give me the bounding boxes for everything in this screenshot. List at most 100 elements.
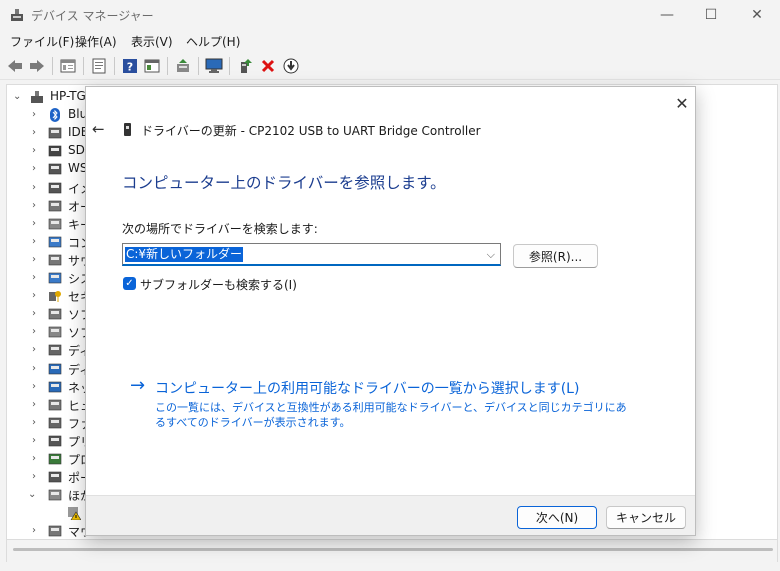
toolbar-separator	[83, 57, 84, 75]
wsd-printer-icon	[48, 162, 62, 176]
firmware-icon	[48, 416, 62, 430]
bluetooth-icon	[48, 108, 62, 123]
menu-file[interactable]: ファイル(F)	[10, 33, 74, 50]
audio-icon	[48, 199, 62, 213]
view-icon[interactable]	[142, 56, 162, 76]
warning-device-icon	[67, 506, 82, 521]
chevron-down-icon[interactable]: ⌄	[13, 92, 23, 102]
properties-icon[interactable]	[58, 56, 78, 76]
search-location-label: 次の場所でドライバーを検索します:	[122, 222, 318, 236]
chevron-right-icon[interactable]: ›	[32, 381, 42, 392]
browse-button[interactable]: 参照(R)...	[513, 244, 598, 268]
chevron-right-icon[interactable]: ›	[32, 363, 42, 374]
menu-view[interactable]: 表示(V)	[131, 33, 173, 50]
computer-icon	[48, 235, 62, 249]
menu-action[interactable]: 操作(A)	[75, 33, 117, 50]
disk-icon	[48, 343, 62, 357]
help-page-icon[interactable]	[89, 56, 109, 76]
dialog-close-button[interactable]: ✕	[672, 93, 692, 113]
chevron-right-icon[interactable]: ›	[32, 472, 42, 482]
tree-root-label[interactable]: HP-TG	[50, 89, 86, 103]
dialog-title: ドライバーの更新 - CP2102 USB to UART Bridge Con…	[141, 124, 481, 138]
computer-icon	[30, 90, 44, 104]
chevron-right-icon[interactable]: ›	[32, 110, 42, 120]
pick-from-list-link[interactable]: コンピューター上の利用可能なドライバーの一覧から選択します(L)	[155, 378, 579, 398]
next-button[interactable]: 次へ(N)	[517, 506, 597, 529]
toolbar-separator	[198, 57, 199, 75]
processor-icon	[48, 452, 62, 466]
hid-icon	[48, 398, 62, 412]
chevron-right-icon[interactable]: ›	[32, 309, 42, 319]
chevron-right-icon[interactable]: ›	[32, 454, 42, 464]
system-icon	[48, 271, 62, 285]
chevron-down-icon[interactable]: ⌵	[487, 248, 495, 262]
print-queue-icon	[48, 434, 62, 448]
include-subfolders-checkbox[interactable]: ✓	[123, 277, 136, 290]
dialog-footer: 次へ(N) キャンセル	[86, 495, 695, 535]
add-driver-icon[interactable]	[235, 56, 255, 76]
back-arrow-icon[interactable]: ←	[92, 121, 108, 137]
ide-controller-icon	[48, 126, 62, 140]
chevron-right-icon[interactable]: ›	[32, 164, 42, 174]
toolbar-separator	[52, 57, 53, 75]
window-title: デバイス マネージャー	[31, 9, 154, 23]
chevron-right-icon[interactable]: ›	[32, 417, 42, 428]
cancel-button[interactable]: キャンセル	[606, 506, 686, 529]
sound-icon	[48, 253, 62, 267]
software-component-icon	[48, 307, 62, 321]
chevron-right-icon[interactable]: ›	[32, 200, 42, 211]
chevron-right-icon[interactable]: ›	[32, 146, 42, 156]
chevron-right-icon[interactable]: ›	[32, 327, 42, 337]
toolbar-separator	[229, 57, 230, 75]
toolbar-separator	[114, 57, 115, 75]
back-arrow-icon[interactable]	[5, 56, 25, 76]
maximize-button[interactable]: ☐	[688, 0, 734, 30]
horizontal-scrollbar[interactable]	[6, 540, 778, 562]
sd-host-icon	[48, 144, 62, 158]
mouse-icon	[48, 524, 62, 538]
dialog-heading: コンピューター上のドライバーを参照します。	[122, 174, 446, 192]
other-devices-icon	[48, 488, 62, 502]
chevron-right-icon[interactable]: ›	[32, 254, 42, 265]
driver-path-value[interactable]: C:¥新しいフォルダー	[125, 247, 244, 262]
menu-bar: ファイル(F) 操作(A) 表示(V) ヘルプ(H)	[0, 30, 780, 52]
tree-item-label[interactable]: SD	[68, 143, 85, 157]
chevron-right-icon[interactable]: ›	[32, 273, 42, 283]
display-icon	[48, 362, 62, 376]
chevron-right-icon[interactable]: ›	[32, 128, 42, 138]
update-driver-dialog: ✕ ← ドライバーの更新 - CP2102 USB to UART Bridge…	[85, 86, 696, 536]
pick-from-list-description: この一覧には、デバイスと互換性がある利用可能なドライバーと、デバイスと同じカテゴ…	[155, 401, 627, 429]
network-icon	[48, 380, 62, 394]
update-driver-icon[interactable]	[173, 56, 193, 76]
chevron-right-icon[interactable]: ›	[32, 291, 42, 301]
minimize-button[interactable]: —	[644, 0, 690, 30]
driver-path-combobox[interactable]: C:¥新しいフォルダー ⌵	[122, 243, 501, 266]
chevron-right-icon[interactable]: ›	[32, 435, 42, 446]
chevron-right-icon[interactable]: ›	[32, 218, 42, 229]
disable-device-icon[interactable]	[281, 56, 301, 76]
help-icon[interactable]: ?	[120, 56, 140, 76]
scrollbar-thumb[interactable]	[13, 548, 773, 551]
chevron-right-icon[interactable]: ›	[32, 345, 42, 355]
forward-arrow-icon[interactable]	[27, 56, 47, 76]
camera-icon	[48, 181, 62, 195]
usb-device-icon	[124, 123, 131, 136]
menu-help[interactable]: ヘルプ(H)	[186, 33, 240, 50]
close-button[interactable]: ✕	[734, 0, 780, 30]
security-icon	[48, 289, 62, 303]
device-manager-icon	[10, 8, 24, 22]
chevron-right-icon[interactable]: ›	[32, 236, 42, 247]
chevron-right-icon[interactable]: ›	[32, 182, 42, 193]
scan-hardware-icon[interactable]	[204, 56, 224, 76]
chevron-down-icon[interactable]: ⌄	[28, 490, 38, 500]
status-bar	[0, 562, 780, 571]
chevron-right-icon[interactable]: ›	[32, 399, 42, 410]
arrow-right-icon[interactable]: →	[130, 377, 145, 395]
uninstall-icon[interactable]	[258, 56, 278, 76]
include-subfolders-label[interactable]: サブフォルダーも検索する(I)	[140, 276, 297, 293]
svg-text:?: ?	[127, 61, 133, 74]
chevron-right-icon[interactable]: ›	[32, 526, 42, 536]
toolbar: ?	[0, 52, 780, 80]
title-bar: デバイス マネージャー — ☐ ✕	[0, 0, 780, 30]
port-icon	[48, 470, 62, 484]
